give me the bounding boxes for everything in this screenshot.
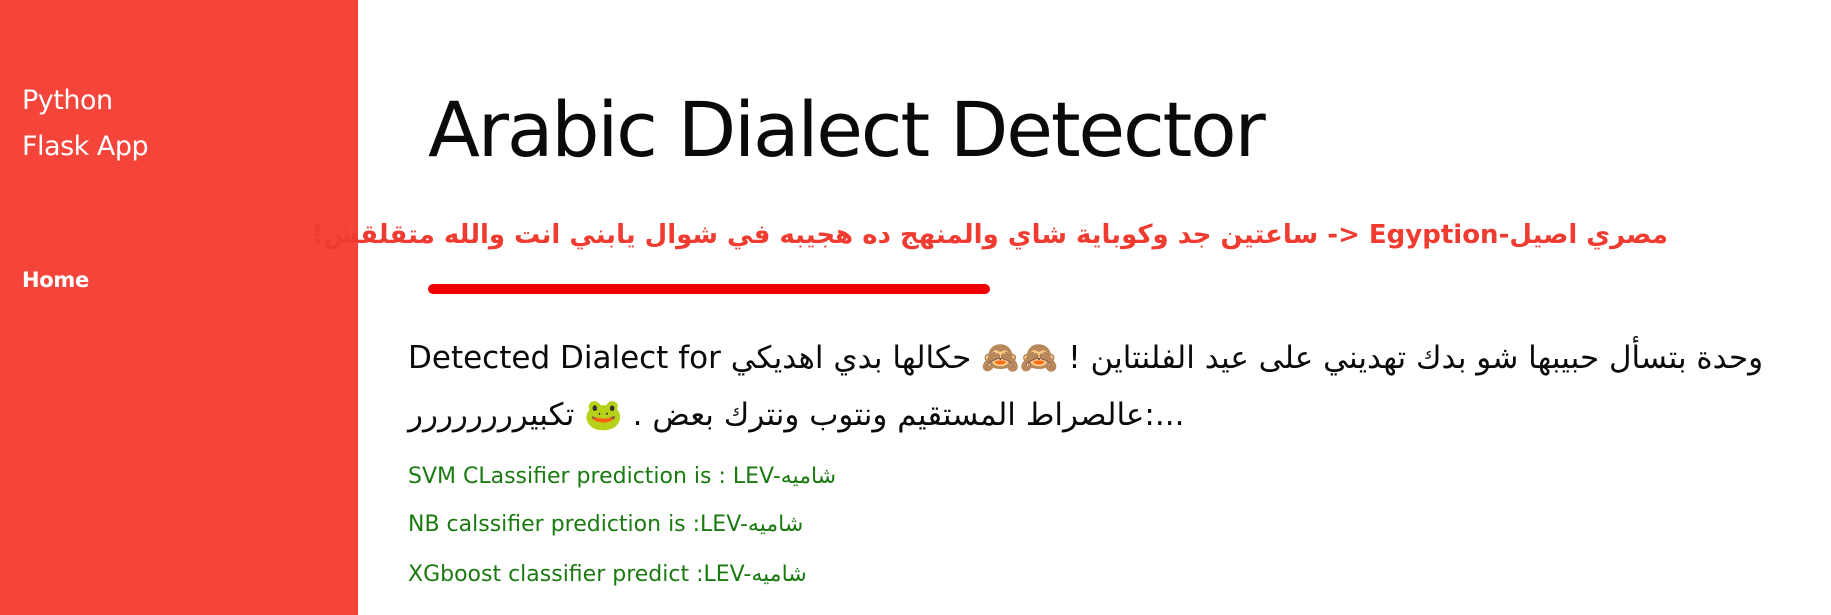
main-content: Arabic Dialect Detector مصري اصيل-Egypti… (311, 0, 1831, 615)
detected-prefix: Detected Dialect for (408, 340, 721, 376)
page-title: Arabic Dialect Detector (428, 85, 1266, 174)
detected-dialect-text: Detected Dialect for وحدة بتسأل حبيبها ش… (408, 330, 1828, 444)
brand-line-2: Flask App (22, 131, 149, 162)
xgboost-prediction: XGboost classifier predict :LEV-شاميه (408, 562, 807, 587)
nb-prediction: NB calssifier prediction is :LEV-شاميه (408, 512, 804, 537)
title-underline (428, 284, 990, 294)
example-sentence: مصري اصيل-Egyption <- ساعتين جد وكوباية … (311, 220, 1668, 250)
nav-home-link[interactable]: Home (22, 268, 89, 292)
detected-suffix: :... (1144, 397, 1185, 433)
sidebar: Python Flask App Home (0, 0, 358, 615)
svm-prediction: SVM CLassifier prediction is : LEV-شاميه (408, 464, 837, 489)
brand-line-1: Python (22, 85, 113, 116)
brand-logo-text[interactable]: Python Flask App (22, 78, 149, 170)
